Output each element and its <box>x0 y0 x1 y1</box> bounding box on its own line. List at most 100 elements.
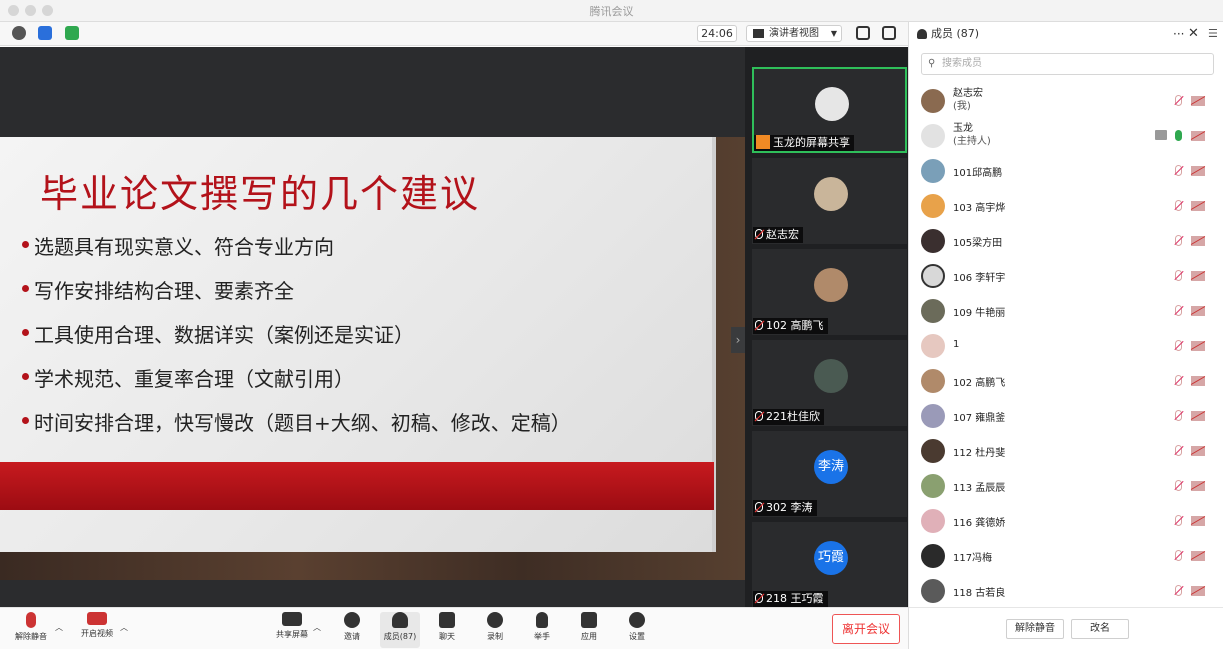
fullscreen-icon[interactable] <box>856 26 870 40</box>
member-row[interactable]: 101邱高鹏 <box>919 154 1219 188</box>
camera-off-icon[interactable] <box>1191 586 1205 596</box>
camera-off-icon[interactable] <box>1191 131 1205 141</box>
camera-off-icon[interactable] <box>1191 516 1205 526</box>
mic-off-icon[interactable] <box>1175 515 1182 526</box>
info-icon[interactable] <box>12 26 26 40</box>
camera-off-icon[interactable] <box>1191 166 1205 176</box>
member-row[interactable]: 103 高宇烨 <box>919 189 1219 223</box>
mic-off-icon[interactable] <box>1175 305 1182 316</box>
signal-icon[interactable] <box>65 26 79 40</box>
avatar <box>814 268 848 302</box>
invite-button[interactable]: 邀请 <box>332 612 372 648</box>
member-row[interactable]: 112 杜丹斐 <box>919 434 1219 468</box>
members-icon <box>392 612 408 628</box>
member-row[interactable]: 113 孟辰辰 <box>919 469 1219 503</box>
toggle-sidebar-icon[interactable] <box>882 26 896 40</box>
mic-off-icon[interactable] <box>1175 445 1182 456</box>
unmute-button[interactable]: 解除静音 <box>10 612 52 648</box>
mic-on-icon[interactable] <box>1175 130 1182 141</box>
mic-off-icon[interactable] <box>1175 375 1182 386</box>
mic-off-icon[interactable] <box>1175 410 1182 421</box>
screen-share-icon <box>1155 130 1167 140</box>
member-row[interactable]: 106 李轩宇 <box>919 259 1219 293</box>
member-row[interactable]: 玉龙 (主持人) <box>919 119 1219 153</box>
member-name: 102 高鹏飞 <box>953 378 1006 389</box>
member-row[interactable]: 105梁方田 <box>919 224 1219 258</box>
close-icon[interactable]: ✕ <box>1188 22 1199 46</box>
member-search-input[interactable]: ⚲ 搜索成员 <box>921 53 1214 75</box>
avatar <box>921 264 945 288</box>
mic-off-icon[interactable] <box>1175 585 1182 596</box>
camera-off-icon[interactable] <box>1191 236 1205 246</box>
video-options-chevron[interactable]: ︿ <box>120 622 128 633</box>
member-row[interactable]: 109 牛艳丽 <box>919 294 1219 328</box>
raise-hand-button[interactable]: 举手 <box>522 612 562 648</box>
rename-button[interactable]: 改名 <box>1071 619 1129 639</box>
video-tile-label: 302 李涛 <box>753 500 817 516</box>
camera-off-icon[interactable] <box>1191 96 1205 106</box>
member-row[interactable]: 116 龚德娇 <box>919 504 1219 538</box>
video-tile[interactable]: 221杜佳欣 <box>752 340 907 426</box>
leave-meeting-button[interactable]: 离开会议 <box>832 614 900 644</box>
camera-off-icon[interactable] <box>1191 481 1205 491</box>
avatar <box>921 369 945 393</box>
camera-off-icon[interactable] <box>1191 306 1205 316</box>
slide-title: 毕业论文撰写的几个建议 <box>40 172 481 216</box>
camera-off-icon[interactable] <box>1191 411 1205 421</box>
mic-off-icon[interactable] <box>1175 95 1182 106</box>
hand-icon <box>536 612 548 628</box>
mic-off-icon[interactable] <box>1175 480 1182 491</box>
slide-bullet: 学术规范、重复率合理（文献引用） <box>22 363 354 392</box>
members-button[interactable]: 成员(87) <box>380 612 420 648</box>
video-tile[interactable]: 巧霞 218 王巧霞 <box>752 522 907 608</box>
camera-off-icon[interactable] <box>1191 551 1205 561</box>
video-tile[interactable]: 李涛 302 李涛 <box>752 431 907 517</box>
chat-button[interactable]: 聊天 <box>427 612 467 648</box>
mic-off-icon[interactable] <box>1175 165 1182 176</box>
mic-off-icon[interactable] <box>1175 270 1182 281</box>
mic-off-icon[interactable] <box>1175 200 1182 211</box>
avatar <box>921 579 945 603</box>
view-mode-dropdown[interactable]: 演讲者视图 ▼ <box>746 25 842 42</box>
member-name: 106 李轩宇 <box>953 273 1006 284</box>
slide-red-band <box>0 462 714 510</box>
apps-button[interactable]: 应用 <box>569 612 609 648</box>
camera-off-icon[interactable] <box>1191 341 1205 351</box>
mic-off-icon[interactable] <box>1175 550 1182 561</box>
video-tile-label: 218 王巧霞 <box>753 591 828 607</box>
mic-off-icon[interactable] <box>1175 340 1182 351</box>
menu-icon[interactable]: ☰ <box>1208 22 1218 46</box>
member-row[interactable]: 107 雍鼎釜 <box>919 399 1219 433</box>
member-row[interactable]: 117冯梅 <box>919 539 1219 573</box>
video-tile[interactable]: 赵志宏 <box>752 158 907 244</box>
video-tile-screen-share[interactable]: 玉龙的屏幕共享 <box>752 67 907 153</box>
mic-off-icon[interactable] <box>1175 235 1182 246</box>
avatar: 巧霞 <box>814 541 848 575</box>
member-row[interactable]: 赵志宏 (我) <box>919 84 1219 118</box>
collapse-thumbnails-handle[interactable]: › <box>731 327 745 353</box>
record-button[interactable]: 录制 <box>475 612 515 648</box>
security-shield-icon[interactable] <box>38 26 52 40</box>
member-name: 117冯梅 <box>953 553 993 564</box>
audio-options-chevron[interactable]: ︿ <box>55 622 63 633</box>
member-row[interactable]: 118 古若良 <box>919 574 1219 604</box>
camera-off-icon[interactable] <box>1191 376 1205 386</box>
meeting-toolbar: 解除静音 ︿ 开启视频 ︿ 共享屏幕 ︿ 邀请 成员(87) 聊天 录制 举手 … <box>0 607 908 649</box>
view-mode-label: 演讲者视图 <box>769 28 819 39</box>
settings-button[interactable]: 设置 <box>617 612 657 648</box>
camera-off-icon[interactable] <box>1191 201 1205 211</box>
more-options-icon[interactable]: ··· <box>1173 22 1184 46</box>
camera-off-icon <box>87 612 107 625</box>
avatar <box>921 509 945 533</box>
camera-off-icon[interactable] <box>1191 271 1205 281</box>
member-name: 105梁方田 <box>953 238 1003 249</box>
unmute-all-button[interactable]: 解除静音 <box>1006 619 1064 639</box>
camera-off-icon[interactable] <box>1191 446 1205 456</box>
video-tile[interactable]: 102 高鹏飞 <box>752 249 907 335</box>
start-video-button[interactable]: 开启视频 <box>76 612 118 648</box>
member-row[interactable]: 102 高鹏飞 <box>919 364 1219 398</box>
avatar <box>921 474 945 498</box>
share-screen-button[interactable]: 共享屏幕 <box>272 612 312 648</box>
member-row[interactable]: 1 <box>919 329 1219 363</box>
share-options-chevron[interactable]: ︿ <box>313 622 321 633</box>
